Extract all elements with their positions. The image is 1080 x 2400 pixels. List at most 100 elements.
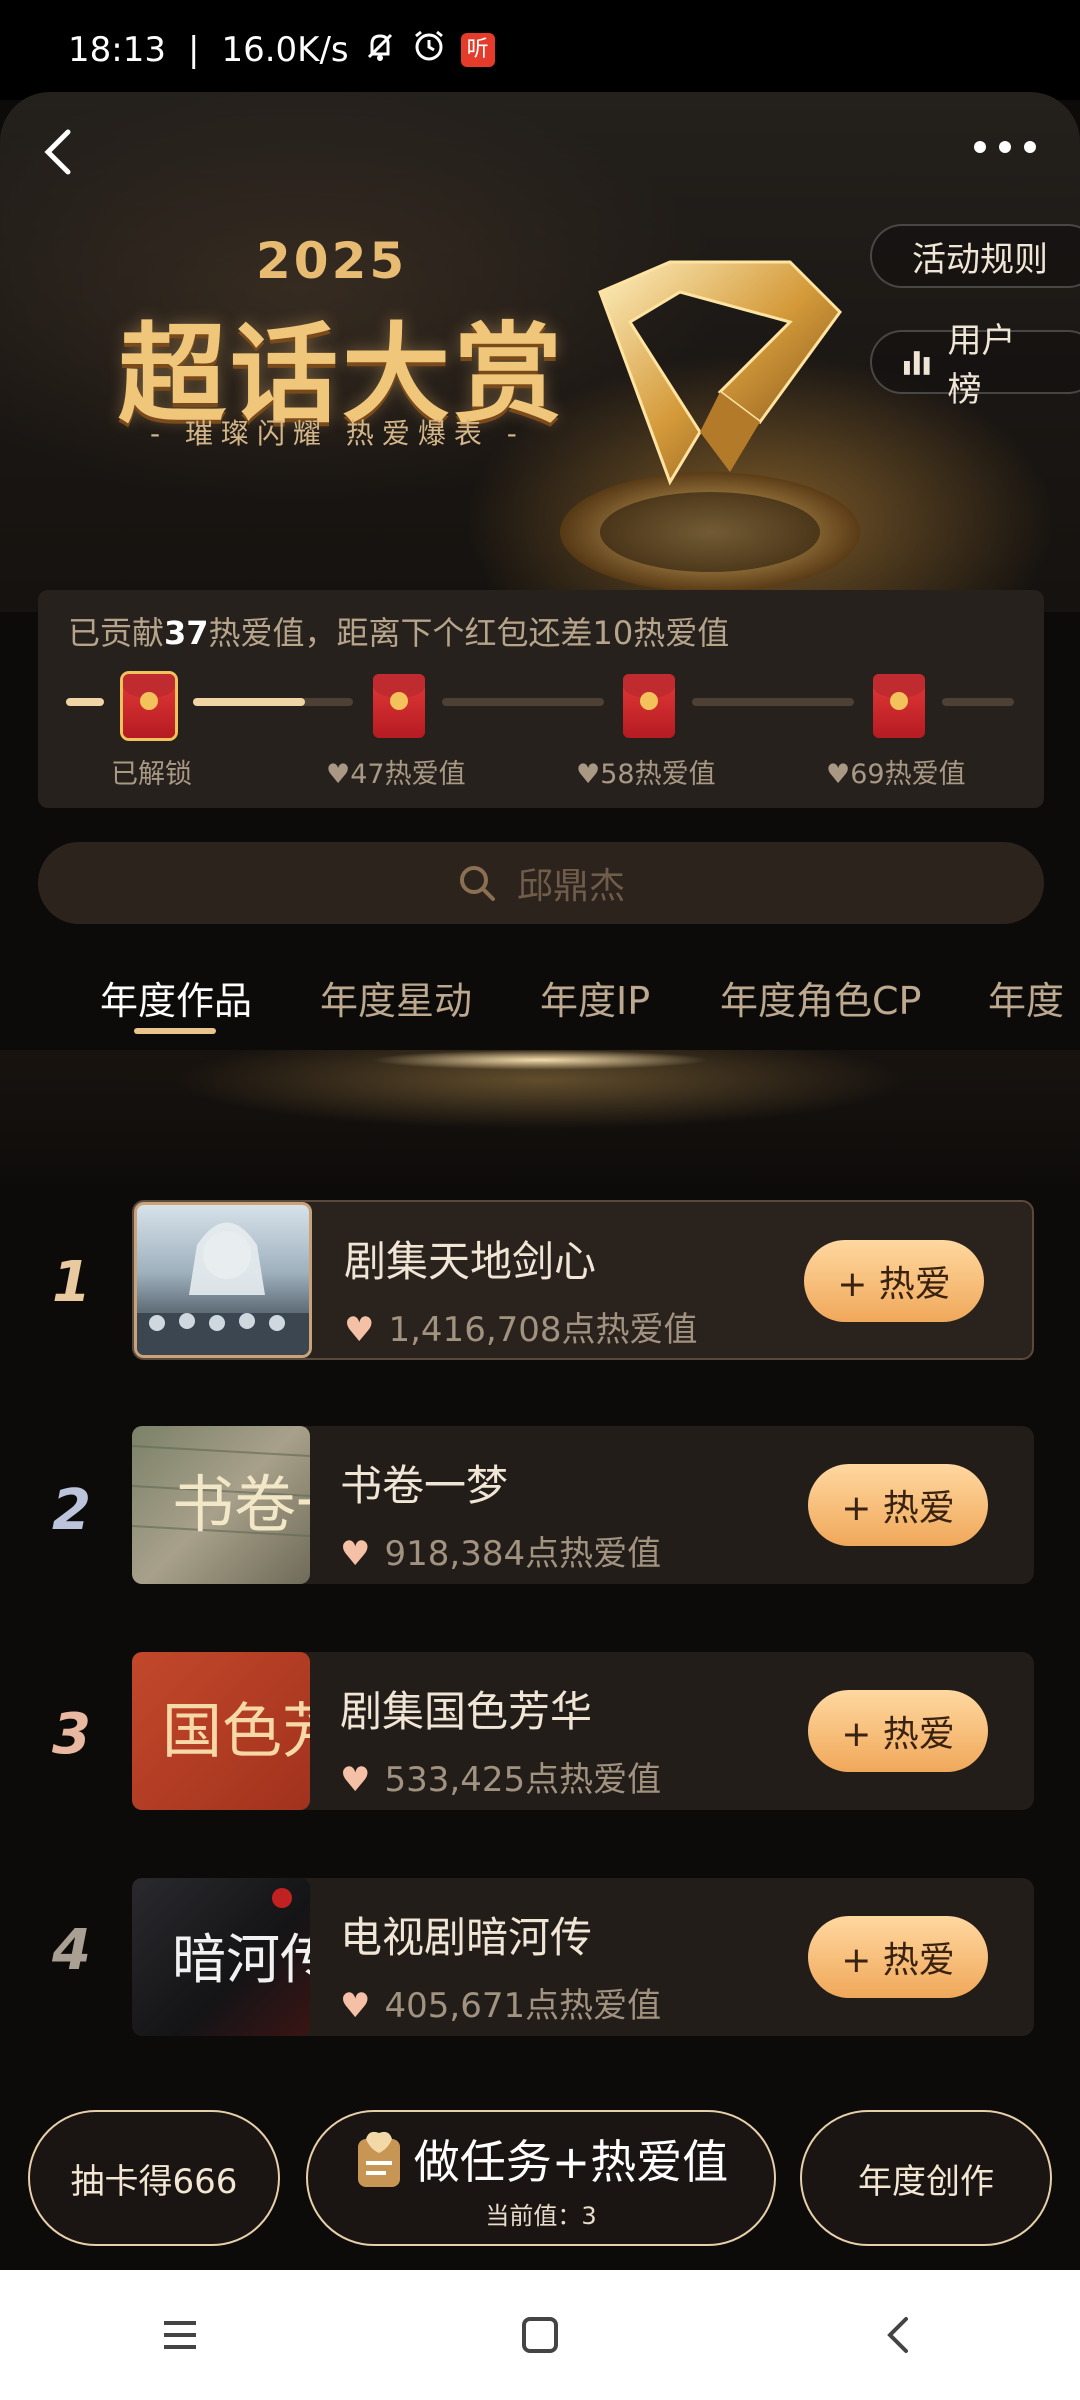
love-value-text: 533,425点热爱值 — [384, 1760, 662, 1800]
menu-icon[interactable] — [158, 2313, 202, 2357]
red-packet-icon[interactable] — [873, 674, 925, 738]
add-love-button[interactable]: + 热爱 — [804, 1240, 984, 1322]
search-input[interactable]: 邱鼎杰 — [38, 842, 1044, 924]
poster-calligraphy: 暗河传 — [172, 1928, 310, 1991]
add-love-button[interactable]: + 热爱 — [808, 1464, 988, 1546]
ranking-row[interactable]: 剧集天地剑心 ♥ 1,416,708点热爱值 + 热爱 — [132, 1200, 1034, 1360]
ranking-row[interactable]: 国色芳华 剧集国色芳华 ♥ 533,425点热爱值 + 热爱 — [132, 1652, 1034, 1810]
poster-calligraphy: 国色芳华 — [162, 1697, 310, 1767]
heart-icon: ♥ — [340, 1986, 371, 2026]
search-placeholder: 邱鼎杰 — [516, 866, 625, 907]
draw-card-label: 抽卡得666 — [70, 2161, 238, 2202]
active-tab-indicator — [134, 1028, 216, 1034]
heart-icon: ♥ — [576, 759, 601, 790]
love-value-text: 405,671点热爱值 — [384, 1986, 662, 2026]
heart-icon: ♥ — [826, 759, 851, 790]
rank-number: 4 — [52, 1918, 91, 1983]
hero-banner: 2025 超话大赏 - 璀璨闪耀 热爱爆表 - 活动规则 用户榜 — [0, 92, 1080, 612]
contribution-prefix: 已贡献 — [68, 614, 165, 652]
milestone-label: ♥47热爱值 — [326, 752, 466, 791]
status-time: 18:13 — [68, 30, 166, 70]
milestone-value: 47热爱值 — [350, 759, 466, 790]
activity-rules-label: 活动规则 — [912, 239, 1048, 280]
tab-annual-ip[interactable]: 年度IP — [540, 970, 650, 1025]
work-poster: 国色芳华 — [132, 1652, 310, 1810]
progress-fill-start — [66, 698, 104, 706]
milestone-label: ♥58热爱值 — [576, 752, 716, 791]
decorative-glow — [0, 1050, 1080, 1185]
red-packet-icon[interactable] — [123, 674, 175, 738]
current-value-label: 当前值：3 — [485, 2201, 597, 2230]
system-navigation-bar — [0, 2270, 1080, 2400]
alarm-icon — [411, 28, 447, 73]
work-love-value: ♥ 533,425点热爱值 — [340, 1752, 661, 1801]
work-love-value: ♥ 405,671点热爱值 — [340, 1978, 661, 2027]
tab-annual-stars[interactable]: 年度星动 — [320, 970, 472, 1025]
annual-creation-button[interactable]: 年度创作 — [800, 2110, 1052, 2246]
tab-annual-more[interactable]: 年度 — [988, 970, 1064, 1025]
task-clipboard-icon — [357, 2131, 400, 2187]
do-tasks-label: 做任务+热爱值 — [413, 2134, 729, 2189]
work-title: 书卷一梦 — [340, 1461, 509, 1510]
rank-number: 2 — [52, 1478, 91, 1543]
milestone-value: 69热爱值 — [850, 759, 966, 790]
heart-icon: ♥ — [340, 1760, 371, 1800]
love-value-text: 1,416,708点热爱值 — [388, 1310, 698, 1350]
tab-annual-works[interactable]: 年度作品 — [100, 970, 252, 1025]
ranking-row[interactable]: 书卷一梦 书卷一梦 ♥ 918,384点热爱值 + 热爱 — [132, 1426, 1034, 1584]
tab-annual-cp[interactable]: 年度角色CP — [720, 970, 921, 1025]
user-rank-label: 用户榜 — [947, 321, 1016, 410]
ranking-row[interactable]: 暗河传 电视剧暗河传 ♥ 405,671点热爱值 + 热爱 — [132, 1878, 1034, 2036]
contribution-progress-card: 已贡献37热爱值，距离下个红包还差10热爱值 已解锁 ♥47热爱值 ♥58热爱值… — [38, 590, 1044, 808]
search-icon — [459, 866, 495, 901]
work-poster: 书卷一梦 — [132, 1426, 310, 1584]
progress-track-4 — [942, 698, 1014, 706]
rank-number: 1 — [52, 1250, 91, 1315]
rank-number: 3 — [52, 1702, 91, 1767]
status-bar: 18:13 | 16.0K/s 听 — [0, 0, 1080, 100]
home-icon[interactable] — [518, 2313, 562, 2357]
add-love-button[interactable]: + 热爱 — [808, 1690, 988, 1772]
red-packet-icon[interactable] — [373, 674, 425, 738]
bottom-action-bar: 抽卡得666 做任务+热爱值 当前值：3 年度创作 — [0, 2100, 1080, 2270]
poster-calligraphy: 书卷一梦 — [172, 1468, 310, 1541]
work-poster: 暗河传 — [132, 1878, 310, 2036]
more-dots-icon — [974, 141, 1036, 153]
milestone-label: 已解锁 — [111, 759, 192, 790]
heart-icon: ♥ — [326, 759, 351, 790]
status-network-speed: 16.0K/s — [221, 30, 349, 70]
progress-track-3 — [692, 698, 854, 706]
hero-year: 2025 — [256, 232, 408, 290]
progress-track-2 — [442, 698, 604, 706]
back-button[interactable] — [30, 122, 90, 182]
progress-fill-1 — [193, 698, 305, 706]
do-tasks-button[interactable]: 做任务+热爱值 当前值：3 — [306, 2110, 776, 2246]
contribution-value: 37 — [164, 614, 209, 652]
bar-chart-icon — [903, 351, 930, 375]
add-love-button[interactable]: + 热爱 — [808, 1916, 988, 1998]
bell-mute-icon — [363, 29, 397, 72]
love-value-text: 918,384点热爱值 — [384, 1534, 662, 1574]
milestone-value: 58热爱值 — [600, 759, 716, 790]
heart-icon: ♥ — [344, 1310, 375, 1350]
work-title: 电视剧暗河传 — [340, 1913, 593, 1962]
work-love-value: ♥ 918,384点热爱值 — [340, 1526, 661, 1575]
contribution-suffix: 热爱值，距离下个红包还差10热爱值 — [208, 614, 730, 652]
draw-card-button[interactable]: 抽卡得666 — [28, 2110, 280, 2246]
heart-icon: ♥ — [340, 1534, 371, 1574]
ting-app-icon: 听 — [460, 33, 495, 67]
activity-rules-button[interactable]: 活动规则 — [870, 224, 1080, 288]
work-love-value: ♥ 1,416,708点热爱值 — [344, 1302, 698, 1351]
user-rank-button[interactable]: 用户榜 — [870, 321, 1080, 410]
chevron-left-icon — [44, 129, 71, 175]
category-tabs: 年度作品 年度星动 年度IP 年度角色CP 年度 — [0, 970, 1080, 1060]
annual-creation-label: 年度创作 — [858, 2161, 994, 2202]
work-title: 剧集国色芳华 — [340, 1687, 593, 1736]
contribution-text: 已贡献37热爱值，距离下个红包还差10热爱值 — [68, 608, 729, 654]
hero-subtitle: - 璀璨闪耀 热爱爆表 - — [150, 417, 525, 450]
milestone-label: ♥69热爱值 — [826, 752, 966, 791]
red-packet-icon[interactable] — [623, 674, 675, 738]
more-options-button[interactable] — [970, 132, 1040, 162]
work-title: 剧集天地剑心 — [344, 1237, 597, 1286]
back-icon[interactable] — [878, 2313, 922, 2357]
